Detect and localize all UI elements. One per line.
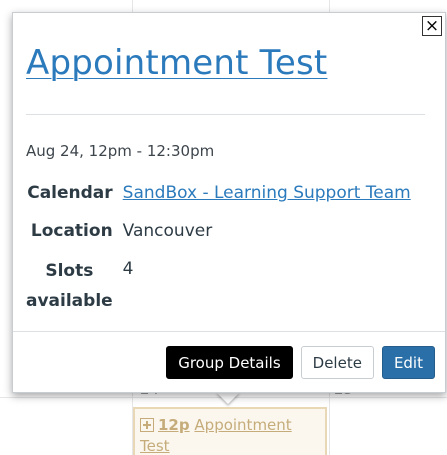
group-details-button[interactable]: Group Details: [166, 346, 293, 379]
popover-footer: Group Details Delete Edit: [166, 346, 435, 379]
slots-label: Slots available: [26, 261, 113, 311]
location-value: Vancouver: [122, 221, 213, 241]
close-button[interactable]: ×: [422, 16, 442, 36]
calendar-event[interactable]: 12p Appointment Test: [133, 407, 327, 455]
delete-button[interactable]: Delete: [300, 346, 374, 379]
details-row-calendar: Calendar SandBox - Learning Support Team: [26, 180, 411, 218]
event-title-link[interactable]: Appointment Test: [26, 43, 327, 83]
location-label: Location: [30, 221, 113, 241]
slots-value: 4: [122, 259, 134, 279]
divider: [13, 331, 445, 332]
calendar-link[interactable]: SandBox - Learning Support Team: [123, 183, 411, 203]
details-row-slots: Slots available 4: [26, 256, 411, 328]
event-details-table: Calendar SandBox - Learning Support Team…: [26, 180, 411, 328]
details-row-location: Location Vancouver: [26, 218, 411, 256]
event-datetime: Aug 24, 12pm - 12:30pm: [26, 142, 215, 160]
event-time: 12p: [158, 416, 190, 434]
edit-button[interactable]: Edit: [381, 346, 435, 379]
popover-arrow: [216, 392, 240, 404]
calendar-value: SandBox - Learning Support Team: [123, 180, 411, 218]
calendar-event-icon: [140, 418, 154, 432]
divider: [26, 114, 425, 115]
event-details-popover: × Appointment Test Aug 24, 12pm - 12:30p…: [12, 12, 446, 393]
calendar-label: Calendar: [27, 183, 113, 203]
